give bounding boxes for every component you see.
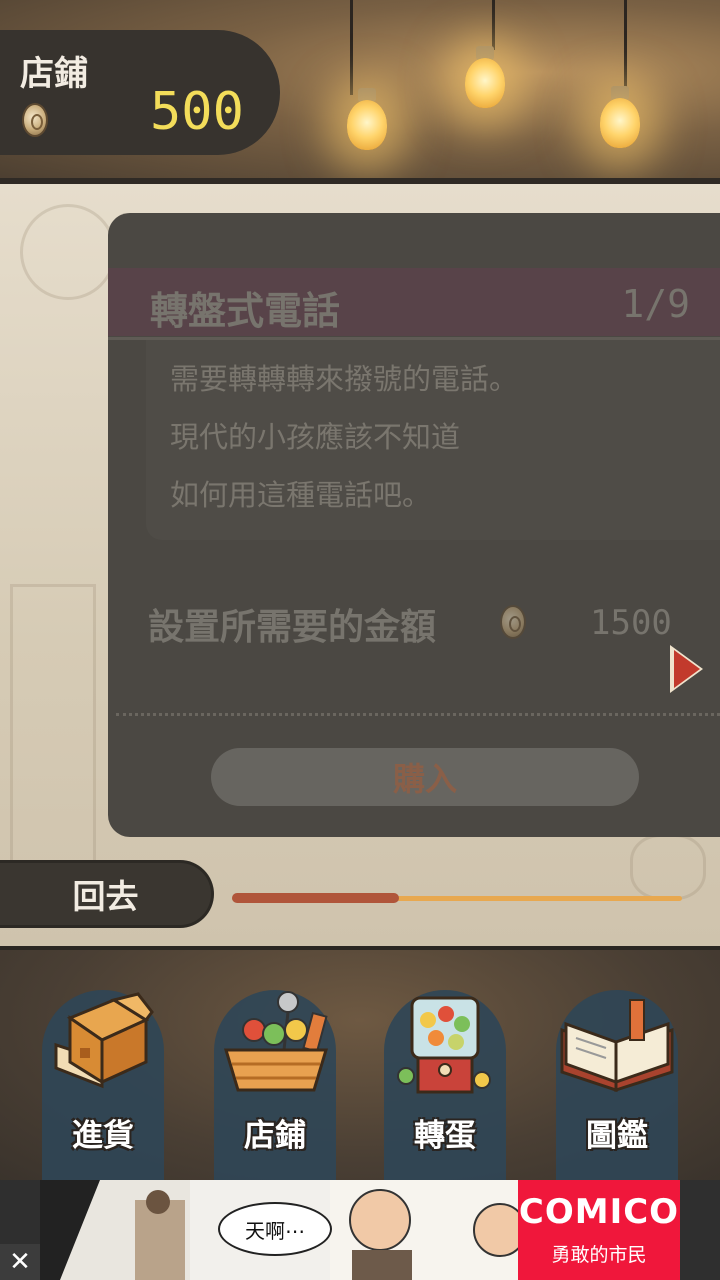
- light-bulb-icon: [347, 100, 387, 150]
- gacha-machine-icon: [397, 996, 491, 1094]
- ad-close-button[interactable]: ✕: [0, 1244, 40, 1280]
- background-sketch: [630, 834, 706, 900]
- open-book-icon: [560, 999, 674, 1093]
- candy-basket-icon: [223, 991, 329, 1092]
- nav-item-catalog[interactable]: 圖鑑: [556, 990, 678, 1180]
- back-button[interactable]: 回去: [0, 860, 214, 928]
- item-header: 轉盤式電話 1/9: [108, 268, 720, 336]
- cost-label: 設置所需要的金額: [148, 607, 437, 648]
- next-arrow-icon[interactable]: [674, 650, 700, 688]
- description-line: 需要轉轉轉來撥號的電話。: [170, 362, 519, 396]
- coin-icon: [500, 605, 526, 639]
- light-bulb-icon: [465, 58, 505, 108]
- top-bar: 店鋪 500: [0, 0, 720, 180]
- description-line: 現代的小孩應該不知道: [170, 420, 461, 454]
- nav-item-shop[interactable]: 店鋪: [214, 990, 336, 1180]
- coin-icon: [22, 103, 48, 137]
- nav-label: 店鋪: [244, 1118, 306, 1154]
- dotted-divider: [116, 713, 720, 716]
- nav-label: 轉蛋: [414, 1118, 476, 1154]
- cardboard-box-icon: [54, 992, 154, 1089]
- page-title: 店鋪: [20, 54, 88, 94]
- ad-brand-name: COMICO: [518, 1192, 680, 1232]
- bulb-wire: [350, 0, 353, 95]
- item-description: 需要轉轉轉來撥號的電話。 現代的小孩應該不知道 如何用這種電話吧。: [146, 340, 720, 540]
- light-bulb-icon: [600, 98, 640, 148]
- description-line: 如何用這種電話吧。: [170, 478, 432, 512]
- nav-label: 進貨: [72, 1118, 134, 1154]
- ad-tagline: 勇敢的市民: [551, 1244, 647, 1266]
- progress-fill: [232, 893, 399, 903]
- nav-item-stock[interactable]: 進貨: [42, 990, 164, 1180]
- nav-label: 圖鑑: [586, 1118, 648, 1154]
- ad-brand[interactable]: COMICO 勇敢的市民: [518, 1180, 680, 1280]
- buy-button[interactable]: 購入: [211, 748, 639, 806]
- item-name: 轉盤式電話: [150, 289, 341, 333]
- ad-comic-image[interactable]: 天啊⋯: [40, 1180, 520, 1280]
- background-sketch: [20, 204, 116, 300]
- background-sketch: [10, 584, 96, 890]
- nav-item-gacha[interactable]: 轉蛋: [384, 990, 506, 1180]
- bulb-wire: [492, 0, 495, 50]
- money-counter: 500: [150, 82, 244, 142]
- cost-value: 1500: [590, 603, 672, 643]
- item-detail-panel: 轉盤式電話 1/9 需要轉轉轉來撥號的電話。 現代的小孩應該不知道 如何用這種電…: [108, 213, 720, 837]
- bulb-wire: [624, 0, 627, 90]
- speech-bubble: 天啊⋯: [218, 1202, 332, 1256]
- item-page-counter: 1/9: [621, 282, 690, 326]
